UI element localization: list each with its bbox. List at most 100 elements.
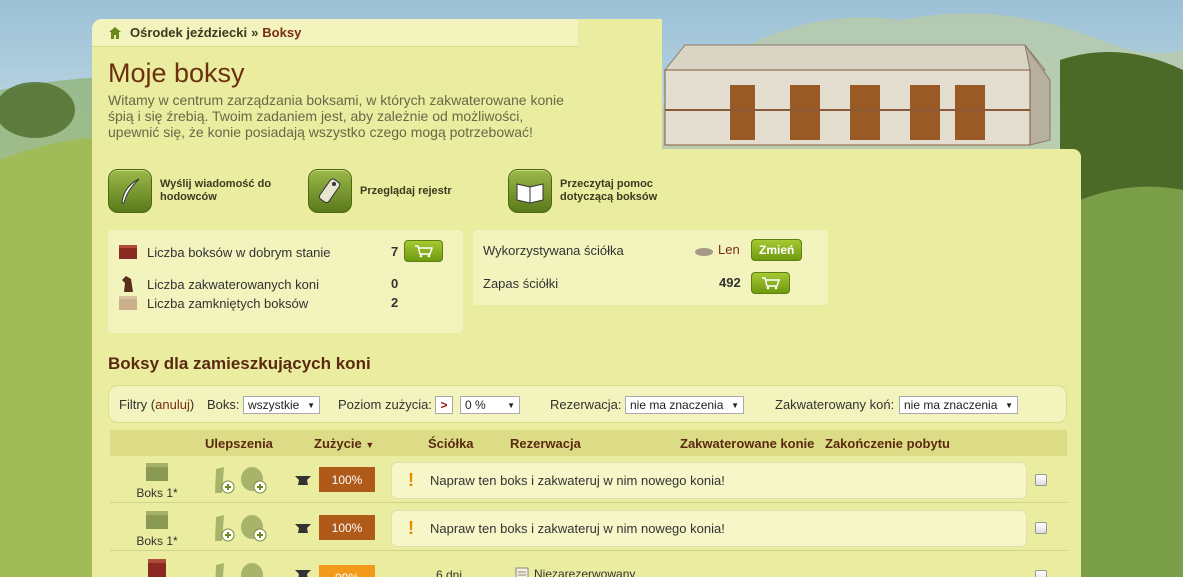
hay-upgrade-icon[interactable] bbox=[210, 465, 236, 495]
damaged-box-icon bbox=[146, 511, 168, 529]
home-icon[interactable] bbox=[108, 26, 122, 40]
send-message-action[interactable]: Wyślij wiadomość do hodowców bbox=[108, 169, 280, 213]
row-checkbox[interactable] bbox=[1035, 522, 1047, 534]
box-icon bbox=[148, 559, 166, 577]
anvil-icon[interactable] bbox=[293, 567, 313, 577]
closed-box-icon bbox=[119, 296, 137, 310]
buy-box-button[interactable] bbox=[404, 240, 443, 262]
anvil-icon[interactable] bbox=[293, 521, 313, 535]
closed-count: 2 bbox=[391, 295, 399, 310]
box-icon bbox=[119, 245, 137, 259]
book-icon[interactable] bbox=[508, 169, 552, 213]
wear-operator-select[interactable]: > bbox=[435, 396, 453, 414]
col-bedding[interactable]: Ściółka bbox=[428, 436, 474, 451]
horse-filter-label: Zakwaterowany koń: bbox=[775, 397, 895, 412]
filters-cancel-link[interactable]: anuluj bbox=[155, 397, 190, 412]
boks-filter-select[interactable]: wszystkie ▼ bbox=[243, 396, 320, 414]
sort-desc-icon: ▼ bbox=[365, 440, 375, 450]
wear-filter-select[interactable]: 0 % ▼ bbox=[460, 396, 520, 414]
bedding-stock-label: Zapas ściółki bbox=[483, 276, 559, 291]
chevron-down-icon: ▼ bbox=[507, 400, 515, 410]
buy-bedding-button[interactable] bbox=[751, 272, 790, 294]
upgrades-cell bbox=[210, 465, 268, 495]
table-row: Boks 1* 100% ! Napraw ten boks i zakwate… bbox=[110, 457, 1067, 503]
bedding-stock-count: 492 bbox=[719, 275, 741, 290]
read-help-label[interactable]: Przeczytaj pomoc dotyczącą boksów bbox=[560, 178, 680, 204]
boxes-stats-panel: Liczba boksów w dobrym stanie 7 Liczba z… bbox=[108, 230, 463, 333]
bedding-pile-icon bbox=[695, 248, 713, 256]
col-upgrades[interactable]: Ulepszenia bbox=[205, 436, 273, 451]
tag-icon[interactable] bbox=[308, 169, 352, 213]
horses-count: 0 bbox=[391, 276, 399, 291]
filters-label: Filtry (anuluj) bbox=[119, 397, 195, 412]
repair-message: ! Napraw ten boks i zakwateruj w nim now… bbox=[391, 462, 1027, 499]
horse-icon bbox=[122, 276, 133, 292]
feeder-upgrade-icon[interactable] bbox=[240, 561, 268, 577]
good-boxes-row: Liczba boksów w dobrym stanie bbox=[118, 244, 331, 260]
breadcrumb-parent-link[interactable]: Ośrodek jeździecki bbox=[130, 25, 247, 40]
change-bedding-button[interactable]: Zmień bbox=[751, 239, 803, 261]
feeder-upgrade-icon[interactable] bbox=[240, 465, 268, 495]
feeder-upgrade-icon[interactable] bbox=[240, 513, 268, 543]
quill-icon[interactable] bbox=[108, 169, 152, 213]
table-row: Boks 1* 100% ! Napraw ten boks i zakwate… bbox=[110, 505, 1067, 551]
bedding-used-label: Wykorzystywana ściółka bbox=[483, 243, 624, 258]
filters-bar: Filtry (anuluj) Boks: wszystkie ▼ Poziom … bbox=[108, 385, 1067, 423]
repair-message: ! Napraw ten boks i zakwateruj w nim now… bbox=[391, 510, 1027, 547]
reservation-filter-select[interactable]: nie ma znaczenia ▼ bbox=[625, 396, 744, 414]
hay-upgrade-icon[interactable] bbox=[210, 513, 236, 543]
send-message-label[interactable]: Wyślij wiadomość do hodowców bbox=[160, 178, 280, 204]
closed-label: Liczba zamkniętych boksów bbox=[147, 295, 309, 311]
wear-value: 99% bbox=[319, 565, 375, 577]
good-boxes-count: 7 bbox=[391, 244, 399, 259]
reservation-filter-label: Rezerwacja: bbox=[550, 397, 622, 412]
read-help-action[interactable]: Przeczytaj pomoc dotyczącą boksów bbox=[508, 169, 680, 213]
box-name: Boks 1* bbox=[136, 534, 178, 548]
bedding-used-value: Len bbox=[718, 242, 740, 257]
chevron-down-icon: ▼ bbox=[1005, 400, 1013, 410]
chevron-down-icon: ▼ bbox=[307, 400, 315, 410]
wear-filter-label: Poziom zużycia: bbox=[338, 397, 432, 412]
row-checkbox[interactable] bbox=[1035, 570, 1047, 577]
closed-row: Liczba zamkniętych boksów bbox=[118, 295, 308, 311]
hay-upgrade-icon[interactable] bbox=[210, 561, 236, 577]
breadcrumb-current: Boksy bbox=[262, 25, 302, 40]
box-cell[interactable]: Boks 1* bbox=[132, 509, 182, 548]
anvil-icon[interactable] bbox=[293, 473, 313, 487]
col-reservation[interactable]: Rezerwacja bbox=[510, 436, 581, 451]
chevron-down-icon: ▼ bbox=[731, 400, 739, 410]
table-header: Ulepszenia Zużycie ▼ Ściółka Rezerwacja … bbox=[110, 430, 1067, 456]
box-cell[interactable] bbox=[132, 557, 182, 577]
browse-register-label[interactable]: Przeglądaj rejestr bbox=[360, 185, 480, 198]
good-boxes-label: Liczba boksów w dobrym stanie bbox=[147, 244, 331, 260]
browse-register-action[interactable]: Przeglądaj rejestr bbox=[308, 169, 480, 213]
horses-label: Liczba zakwaterowanych koni bbox=[147, 276, 319, 292]
col-horses[interactable]: Zakwaterowane konie bbox=[680, 436, 814, 451]
intro-text: Witamy w centrum zarządzania boksami, w … bbox=[108, 92, 564, 140]
wear-value: 100% bbox=[319, 515, 375, 540]
horses-row: Liczba zakwaterowanych koni bbox=[118, 275, 319, 293]
upgrades-cell bbox=[210, 513, 268, 543]
damaged-box-icon bbox=[146, 463, 168, 481]
horse-filter-select[interactable]: nie ma znaczenia ▼ bbox=[899, 396, 1018, 414]
col-wear[interactable]: Zużycie ▼ bbox=[314, 436, 374, 451]
row-checkbox[interactable] bbox=[1035, 474, 1047, 486]
section-title: Boksy dla zamieszkujących koni bbox=[108, 354, 371, 373]
wear-value: 100% bbox=[319, 467, 375, 492]
upgrades-cell bbox=[210, 561, 268, 577]
cart-icon bbox=[761, 277, 780, 290]
box-name: Boks 1* bbox=[136, 486, 178, 500]
cart-icon bbox=[414, 245, 433, 258]
warning-icon: ! bbox=[408, 518, 414, 538]
notepad-icon bbox=[515, 567, 529, 577]
bedding-days: 6 dni bbox=[436, 568, 463, 577]
boks-filter-label: Boks: bbox=[207, 397, 240, 412]
box-cell[interactable]: Boks 1* bbox=[132, 461, 182, 500]
col-stay-end[interactable]: Zakończenie pobytu bbox=[825, 436, 950, 451]
warning-icon: ! bbox=[408, 470, 414, 490]
reservation-cell[interactable]: Niezarezerwowany bbox=[514, 566, 635, 577]
bedding-panel: Wykorzystywana ściółka Len Zmień Zapas ś… bbox=[473, 230, 828, 305]
stable-illustration bbox=[663, 44, 1051, 146]
page-title: Moje boksy bbox=[108, 58, 245, 88]
table-row: 99% 6 dni Niezarezerwowany bbox=[110, 553, 1067, 577]
